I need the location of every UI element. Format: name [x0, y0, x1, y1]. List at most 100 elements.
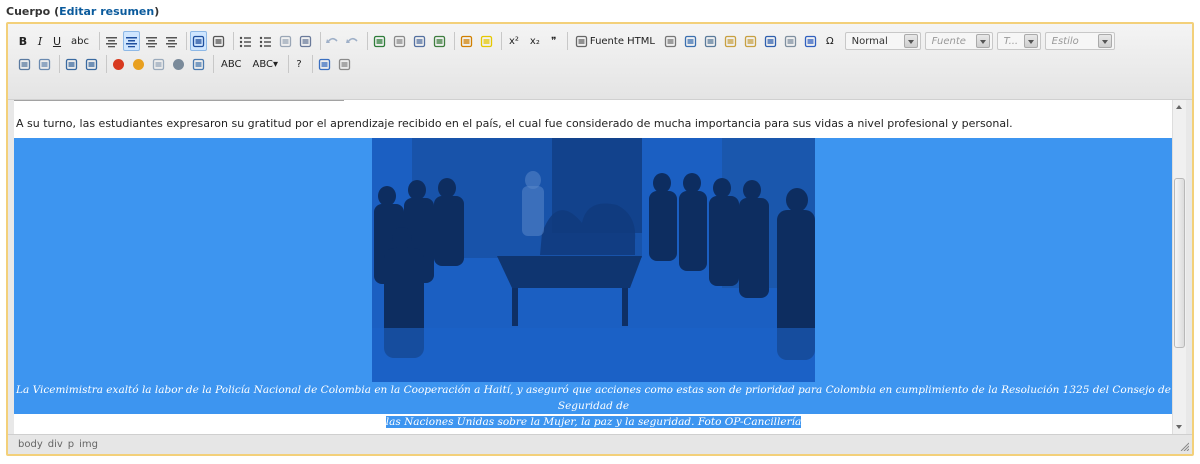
iframe-button[interactable]	[150, 54, 167, 74]
underline-button[interactable]: U	[50, 31, 64, 51]
numbered-list-icon	[259, 36, 271, 47]
style-select[interactable]: Estilo	[1044, 32, 1115, 50]
align-left-button[interactable]	[103, 31, 120, 51]
edit-summary-link[interactable]: Editar resumen	[59, 5, 154, 18]
strikethrough-button[interactable]: abc	[67, 31, 93, 51]
smiley-icon	[133, 58, 144, 70]
italic-button[interactable]: I	[33, 31, 47, 51]
table-button[interactable]	[16, 54, 33, 74]
remove-format-button[interactable]	[802, 31, 819, 51]
bulleted-list-icon	[239, 36, 251, 47]
unlink-icon	[393, 35, 406, 47]
toolbar-separator	[106, 55, 107, 73]
size-select-value: T...	[1003, 35, 1019, 47]
scroll-up-arrow-icon[interactable]	[1173, 100, 1186, 114]
page-break-button[interactable]	[190, 54, 207, 74]
chevron-down-icon[interactable]	[975, 34, 990, 48]
justify-button[interactable]	[163, 31, 180, 51]
maximize-button[interactable]	[316, 54, 333, 74]
toolbar-separator	[453, 32, 455, 50]
paste-button[interactable]	[722, 31, 739, 51]
spellcheck-button[interactable]: ABC	[217, 54, 246, 74]
toolbar-separator	[319, 32, 321, 50]
unlink-button[interactable]	[391, 31, 408, 51]
editor-content[interactable]: A su turno, las estudiantes expresaron s…	[14, 100, 1173, 434]
scroll-down-arrow-icon[interactable]	[1173, 420, 1186, 434]
maximize-icon	[318, 58, 331, 70]
format-select[interactable]: Normal	[844, 32, 921, 50]
horizontal-rule-icon	[664, 35, 677, 47]
scayt-button[interactable]: ABC▾	[249, 54, 283, 74]
path-item-div[interactable]: div	[48, 439, 63, 450]
align-left-icon	[105, 36, 117, 47]
rtl-button[interactable]	[210, 31, 227, 51]
scrollbar-thumb[interactable]	[1174, 178, 1185, 348]
article-photo[interactable]	[372, 138, 815, 382]
ltr-button[interactable]	[189, 31, 207, 51]
about-button[interactable]: ?	[292, 54, 306, 74]
special-char-button[interactable]: Ω	[822, 31, 838, 51]
cut-icon	[684, 35, 697, 47]
horizontal-rule-button[interactable]	[662, 31, 679, 51]
path-item-img[interactable]: img	[79, 439, 98, 450]
anchor-icon	[413, 35, 426, 47]
find-button[interactable]	[63, 54, 80, 74]
vertical-scrollbar[interactable]	[1172, 100, 1186, 434]
replace-icon	[85, 58, 98, 70]
select-all-button[interactable]	[36, 54, 53, 74]
size-select[interactable]: T...	[996, 32, 1041, 50]
templates-button[interactable]	[336, 54, 353, 74]
bg-color-button[interactable]	[478, 31, 495, 51]
flash-button[interactable]	[110, 54, 127, 74]
text-color-button[interactable]	[458, 31, 475, 51]
italic-label: I	[37, 34, 43, 48]
underline-label: U	[52, 34, 62, 48]
align-right-button[interactable]	[143, 31, 160, 51]
cut-button[interactable]	[682, 31, 699, 51]
anchor-button[interactable]	[411, 31, 428, 51]
indent-button[interactable]	[297, 31, 314, 51]
templates-icon	[338, 58, 351, 70]
select-all-icon	[38, 58, 51, 70]
numbered-list-button[interactable]	[257, 31, 274, 51]
font-select[interactable]: Fuente	[924, 32, 993, 50]
scayt-label: ABC▾	[252, 58, 279, 70]
undo-icon	[325, 37, 338, 43]
special-char-label: Ω	[825, 35, 834, 47]
outdent-button[interactable]	[277, 31, 294, 51]
bold-button[interactable]: B	[16, 31, 30, 51]
resize-grip-icon[interactable]	[1179, 441, 1189, 451]
copy-button[interactable]	[702, 31, 719, 51]
subscript-button[interactable]: x₂	[526, 31, 544, 51]
show-blocks-button[interactable]	[782, 31, 799, 51]
smiley-button[interactable]	[130, 54, 147, 74]
source-icon	[575, 35, 588, 47]
paste-word-button[interactable]	[762, 31, 779, 51]
about-label: ?	[296, 58, 302, 70]
path-item-body[interactable]: body	[18, 439, 43, 450]
path-item-p[interactable]: p	[68, 439, 74, 450]
chevron-down-icon[interactable]	[903, 34, 918, 48]
undo-button[interactable]	[324, 31, 341, 51]
redo-button[interactable]	[344, 31, 361, 51]
outdent-icon	[279, 35, 292, 47]
bulleted-list-button[interactable]	[237, 31, 254, 51]
image-button[interactable]	[431, 31, 448, 51]
align-center-button[interactable]	[122, 31, 140, 51]
chevron-down-icon[interactable]	[1097, 34, 1112, 48]
photo-image	[372, 138, 815, 382]
format-select-value: Normal	[851, 35, 888, 47]
align-center-icon	[125, 36, 137, 47]
rich-text-editor[interactable]: B I Uabc x² x₂ ❞ Fuente HTML Ω Normal Fuente T... E…	[6, 22, 1194, 456]
toolbar-separator	[185, 32, 187, 50]
source-button[interactable]: Fuente HTML	[571, 31, 659, 51]
superscript-button[interactable]: x²	[505, 31, 523, 51]
chevron-down-icon[interactable]	[1024, 34, 1038, 48]
replace-button[interactable]	[83, 54, 100, 74]
link-button[interactable]	[371, 31, 388, 51]
paste-text-button[interactable]	[742, 31, 759, 51]
toolbar-separator	[500, 32, 502, 50]
media-button[interactable]	[170, 54, 187, 74]
bg-color-icon	[480, 35, 493, 47]
blockquote-button[interactable]: ❞	[547, 31, 561, 51]
